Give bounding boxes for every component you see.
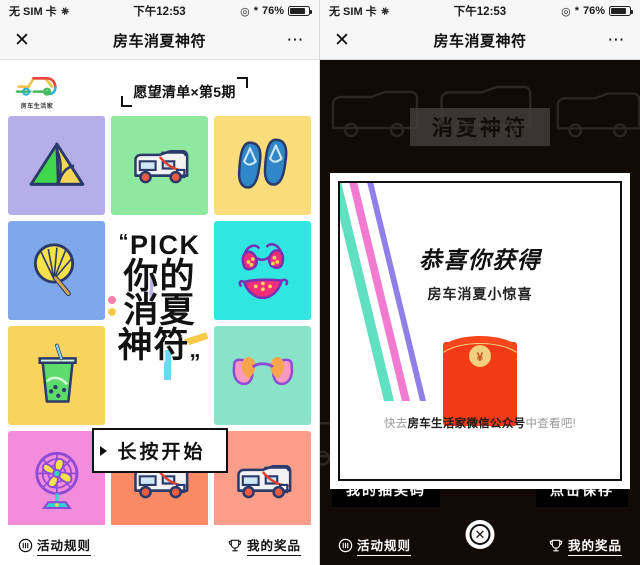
tile-flip-flops[interactable] bbox=[214, 116, 311, 215]
brand-name-label: 房车生活家 bbox=[20, 104, 54, 110]
status-bar: 无 SIM 卡 ⎈ 下午12:53 ◎ * 76% bbox=[0, 0, 319, 22]
electric-fan-icon bbox=[34, 451, 79, 509]
status-bar: 无 SIM 卡 ⎈ 下午12:53 ◎ * 76% bbox=[320, 0, 640, 22]
prize-modal-body: 恭喜你获得 房车消夏小惊喜 ¥ 快去房车生活家微信公众号中查看吧! bbox=[338, 181, 622, 481]
nav-bar: ✕ 房车消夏神符 ⋯ bbox=[320, 22, 640, 60]
rv-icon bbox=[133, 149, 189, 184]
status-bar-right: ◎ * 76% bbox=[240, 5, 312, 18]
battery-percent: 76% bbox=[582, 5, 605, 17]
screenshot-root: 无 SIM 卡 ⎈ 下午12:53 ◎ * 76% ✕ 房车消夏神符 ⋯ 房车生… bbox=[0, 0, 640, 565]
screen-prize-result: 无 SIM 卡 ⎈ 下午12:53 ◎ * 76% ✕ 房车消夏神符 ⋯ 消夏神… bbox=[320, 0, 640, 565]
tile-sunglasses[interactable] bbox=[214, 326, 311, 425]
long-press-start-button[interactable]: 长按开始 bbox=[91, 428, 228, 473]
svg-text:¥: ¥ bbox=[477, 350, 484, 364]
my-prizes-button[interactable]: 我的奖品 bbox=[548, 535, 622, 556]
close-icon[interactable]: ✕ bbox=[334, 31, 350, 50]
activity-rules-button[interactable]: 活动规则 bbox=[18, 535, 92, 556]
my-prizes-label: 我的奖品 bbox=[567, 535, 622, 556]
tent-icon bbox=[29, 142, 84, 186]
activity-rules-button[interactable]: 活动规则 bbox=[338, 535, 412, 556]
ghost-rv-icon bbox=[556, 92, 640, 138]
prize-subheading: 房车消夏小惊喜 bbox=[427, 286, 533, 302]
brand-row: 房车生活家 愿望清单×第5期 bbox=[0, 60, 319, 116]
wishlist-title: 愿望清单×第5期 bbox=[133, 84, 236, 100]
rules-info-icon bbox=[338, 538, 353, 552]
battery-percent: 76% bbox=[261, 5, 284, 17]
prize-heading: 恭喜你获得 bbox=[418, 247, 542, 273]
close-x-glyph: ✕ bbox=[469, 524, 491, 545]
status-bar-left: 无 SIM 卡 ⎈ bbox=[9, 3, 70, 19]
tile-bikini[interactable] bbox=[214, 221, 311, 320]
network-loop-icon: ⎈ bbox=[59, 4, 70, 18]
activity-page: 房车生活家 愿望清单×第5期 “PICK 你的 消夏 神符„ 长按开始 活动规则… bbox=[0, 60, 319, 565]
close-circle-icon[interactable]: ✕ bbox=[465, 520, 495, 549]
bluetooth-icon: * bbox=[574, 5, 579, 17]
tile-tent[interactable] bbox=[8, 116, 105, 215]
trophy-icon bbox=[228, 539, 242, 551]
footnote-suffix: 中查看吧! bbox=[525, 418, 577, 430]
more-options-icon[interactable]: ⋯ bbox=[608, 31, 627, 48]
footnote-prefix: 快去 bbox=[383, 418, 408, 430]
nav-bar: ✕ 房车消夏神符 ⋯ bbox=[0, 22, 319, 60]
long-press-label: 长按开始 bbox=[117, 442, 206, 463]
flip-flops-icon bbox=[237, 138, 288, 189]
page-title: 房车消夏神符 bbox=[112, 33, 206, 50]
ghost-rv-icon bbox=[331, 90, 419, 138]
bluetooth-icon: * bbox=[253, 5, 258, 17]
screen-activity-home: 无 SIM 卡 ⎈ 下午12:53 ◎ * 76% ✕ 房车消夏神符 ⋯ 房车生… bbox=[0, 0, 320, 565]
drink-cup-icon bbox=[38, 343, 77, 403]
ghost-rv-icon bbox=[440, 85, 532, 135]
my-prizes-label: 我的奖品 bbox=[246, 535, 301, 556]
activity-rules-label: 活动规则 bbox=[357, 535, 412, 556]
status-bar-left: 无 SIM 卡 ⎈ bbox=[329, 3, 390, 19]
bikini-icon bbox=[238, 242, 288, 300]
hand-fan-icon bbox=[33, 243, 74, 296]
carrier-label: 无 SIM 卡 bbox=[9, 6, 57, 18]
network-loop-icon: ⎈ bbox=[379, 4, 390, 18]
my-prizes-button[interactable]: 我的奖品 bbox=[227, 535, 301, 556]
status-bar-right: ◎ * 76% bbox=[561, 5, 633, 18]
tile-copy-slot-2 bbox=[111, 326, 208, 425]
rv-icon bbox=[236, 464, 292, 499]
sunglasses-icon bbox=[232, 356, 293, 385]
result-page: 消夏神符 我的抽奖码 点击保存 活动规则 我的奖品 恭喜你获得 房车消夏小惊喜 … bbox=[320, 60, 640, 565]
more-options-icon[interactable]: ⋯ bbox=[287, 31, 306, 48]
bottom-action-bar: 活动规则 我的奖品 bbox=[0, 525, 319, 565]
page-title: 房车消夏神符 bbox=[433, 33, 527, 50]
close-icon[interactable]: ✕ bbox=[14, 31, 30, 50]
prize-modal: 恭喜你获得 房车消夏小惊喜 ¥ 快去房车生活家微信公众号中查看吧! bbox=[330, 173, 630, 489]
activity-rules-label: 活动规则 bbox=[37, 535, 92, 556]
tile-copy-slot-1 bbox=[111, 221, 208, 320]
tile-electric-fan[interactable] bbox=[8, 431, 105, 530]
battery-icon bbox=[288, 6, 312, 16]
battery-icon bbox=[609, 6, 633, 16]
footnote-highlight: 房车生活家微信公众号 bbox=[407, 418, 526, 430]
tile-rv-1[interactable] bbox=[111, 116, 208, 215]
carrier-label: 无 SIM 卡 bbox=[329, 6, 377, 18]
prize-footnote: 快去房车生活家微信公众号中查看吧! bbox=[340, 415, 620, 431]
tile-drink-cup[interactable] bbox=[8, 326, 105, 425]
location-services-icon: ◎ bbox=[240, 5, 250, 18]
location-services-icon: ◎ bbox=[561, 5, 571, 18]
rv-brand-logo-icon: 房车生活家 bbox=[10, 66, 64, 114]
wishlist-banner: 愿望清单×第5期 bbox=[60, 77, 309, 107]
rules-info-icon bbox=[18, 538, 33, 552]
tile-hand-fan[interactable] bbox=[8, 221, 105, 320]
tile-rv-3[interactable] bbox=[214, 431, 311, 530]
trophy-icon bbox=[549, 539, 563, 551]
